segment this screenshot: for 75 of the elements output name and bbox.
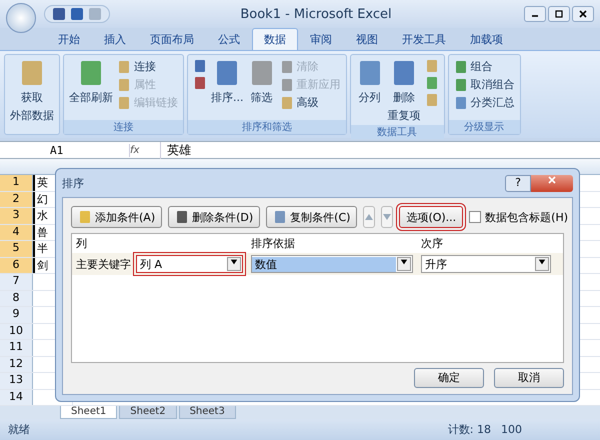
ribbon-button[interactable]: 取消组合 (454, 77, 514, 92)
group-title: 连接 (64, 120, 183, 134)
ribbon-button[interactable]: 分类汇总 (454, 95, 514, 110)
maximize-button[interactable] (548, 6, 570, 22)
row-header[interactable]: 13 (0, 373, 33, 388)
down-arrow-icon (382, 212, 392, 222)
window-title: Book1 - Microsoft Excel (239, 6, 393, 22)
checkbox-label: 数据包含标题(H) (485, 210, 568, 224)
row-header[interactable]: 3 (0, 208, 33, 224)
ribbon-tab[interactable]: 公式 (206, 28, 252, 50)
toolbar-button[interactable]: 选项(O)... (399, 206, 464, 228)
dialog-button[interactable]: 取消 (494, 368, 564, 388)
count-text: 计数: 18 (448, 422, 491, 438)
ribbon-button[interactable]: 获取 外部数据 (10, 57, 54, 132)
ribbon-tab[interactable]: 视图 (344, 28, 390, 50)
fx-label[interactable]: fx (130, 144, 160, 156)
toolbar-button[interactable]: 添加条件(A) (71, 206, 162, 228)
group-title: 分级显示 (448, 120, 520, 134)
ribbon-tab[interactable]: 插入 (92, 28, 138, 50)
ribbon-button[interactable]: 筛选 (248, 57, 276, 118)
row-header[interactable]: 7 (0, 274, 33, 290)
row-header[interactable]: 2 (0, 192, 33, 207)
sheet-tab[interactable]: Sheet2 (119, 406, 177, 420)
caret-icon (400, 258, 408, 266)
office-button[interactable] (6, 3, 36, 33)
group-title: 数据工具 (350, 125, 444, 139)
zoom-text: 100 (501, 423, 522, 436)
dropdown[interactable]: 列 A (136, 255, 243, 273)
row-header[interactable]: 1 (0, 175, 33, 190)
column-header: 排序依据 (251, 236, 296, 251)
caret-icon (230, 258, 238, 266)
ribbon-button[interactable]: 分列 (356, 57, 384, 123)
group-title: 排序和筛选 (188, 120, 346, 134)
close-icon (547, 174, 557, 184)
ribbon-button[interactable]: 删除 重复项 (388, 57, 420, 123)
close-button[interactable] (572, 6, 594, 22)
dropdown[interactable]: 升序 (421, 255, 551, 273)
ribbon-tab[interactable]: 页面布局 (138, 28, 206, 50)
maximize-icon (554, 9, 564, 19)
ribbon-tab[interactable]: 数据 (252, 28, 298, 50)
row-header[interactable]: 9 (0, 307, 33, 322)
ribbon-button[interactable]: 排序... (211, 57, 244, 118)
row-header[interactable]: 4 (0, 224, 33, 240)
toolbar-button[interactable]: 删除条件(D) (168, 206, 260, 228)
row-header[interactable]: 8 (0, 290, 33, 306)
row-header[interactable]: 5 (0, 241, 33, 256)
status-text: 就绪 (8, 422, 30, 438)
row-header[interactable]: 11 (0, 340, 33, 356)
row-header[interactable]: 10 (0, 324, 33, 339)
dropdown[interactable]: 数值 (251, 255, 413, 273)
sheet-tab[interactable]: Sheet3 (178, 406, 236, 420)
dialog-button[interactable]: 确定 (414, 368, 484, 388)
toolbar-button[interactable]: 复制条件(C) (266, 206, 358, 228)
row-header[interactable]: 12 (0, 356, 33, 372)
row-header[interactable]: 14 (0, 390, 33, 405)
ribbon-button[interactable]: 高级 (280, 95, 340, 110)
name-box[interactable]: A1 (0, 144, 130, 156)
column-header: 次序 (421, 236, 444, 251)
sheet-tab[interactable]: Sheet1 (60, 406, 118, 420)
ribbon-tab[interactable]: 审阅 (298, 28, 344, 50)
checkbox[interactable] (469, 211, 482, 223)
row-header[interactable]: 6 (0, 258, 33, 273)
ribbon-tab[interactable]: 加载项 (458, 28, 515, 50)
row-label: 主要关键字 (76, 256, 132, 272)
minimize-button[interactable] (524, 6, 546, 22)
up-arrow-icon (364, 212, 374, 222)
ribbon-button[interactable]: 连接 (117, 59, 178, 74)
help-button[interactable]: ? (505, 174, 531, 192)
ribbon-tab[interactable]: 开发工具 (390, 28, 458, 50)
ribbon-button[interactable]: 组合 (454, 59, 514, 74)
close-icon (578, 9, 588, 19)
ribbon-button[interactable]: 全部刷新 (69, 57, 113, 118)
caret-icon (538, 258, 546, 266)
column-header: 列 (76, 236, 88, 251)
ribbon-tab[interactable]: 开始 (46, 28, 92, 50)
